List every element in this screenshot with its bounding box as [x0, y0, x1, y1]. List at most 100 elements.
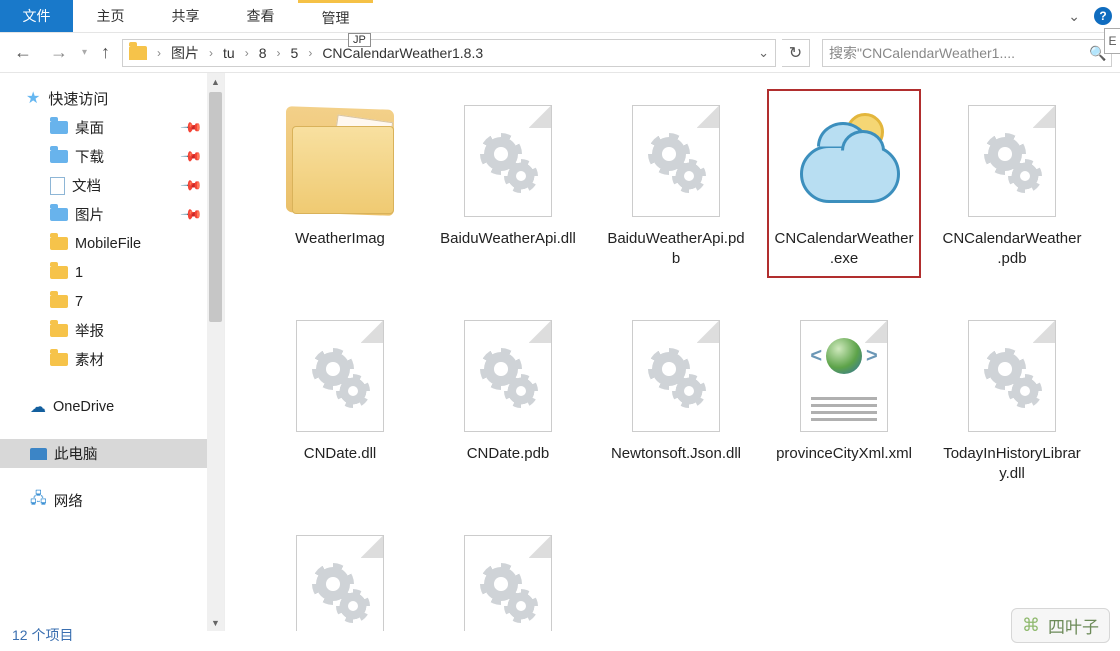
sidebar-item-label: 网络 — [54, 490, 83, 511]
ribbon-file-tab[interactable]: 文件 — [0, 0, 73, 32]
sidebar-item-label: 下载 — [75, 146, 104, 167]
pin-icon: 📌 — [179, 144, 203, 168]
onedrive-icon: ☁ — [30, 397, 46, 417]
file-item[interactable]: CNDate.dll — [265, 306, 415, 491]
sidebar-item-label: 举报 — [75, 320, 104, 341]
address-dropdown-icon[interactable]: ⌄ — [758, 45, 769, 61]
sidebar-item-label: 7 — [75, 294, 83, 310]
sidebar-this-pc[interactable]: 此电脑 — [0, 439, 224, 468]
ribbon-tab-share[interactable]: 共享 — [148, 0, 223, 32]
nav-back-icon[interactable]: ← — [8, 42, 38, 63]
pin-icon: 📌 — [179, 173, 203, 197]
file-label: CNDate.pdb — [467, 444, 550, 464]
ribbon-tab-home[interactable]: 主页 — [73, 0, 148, 32]
folder-icon — [50, 150, 68, 163]
file-item[interactable]: CNDate.pdb — [433, 306, 583, 491]
sidebar-scrollbar[interactable]: ▲ ▼ — [207, 73, 224, 631]
sidebar-item-label: OneDrive — [53, 399, 114, 415]
sidebar-item-label: 此电脑 — [54, 443, 98, 464]
ribbon-expand-icon[interactable]: ⌄ — [1068, 8, 1080, 25]
file-item[interactable]: CNCalendarWeather.pdb — [937, 91, 1087, 276]
file-label: CNDate.dll — [304, 444, 377, 464]
folder-icon — [50, 353, 68, 366]
watermark-text: 四叶子 — [1048, 613, 1099, 638]
file-label: Newtonsoft.Json.dll — [611, 444, 741, 464]
file-item[interactable]: TodayInHistoryLibrary.dll — [937, 306, 1087, 491]
sidebar-item[interactable]: 下载 📌 — [0, 142, 224, 171]
crumb-sep-icon[interactable]: › — [277, 46, 281, 60]
sidebar-item[interactable]: 7 — [0, 287, 224, 316]
nav-history-dropdown-icon[interactable]: ▾ — [80, 47, 89, 58]
search-placeholder: 搜索"CNCalendarWeather1.... — [829, 43, 1015, 63]
ribbon-tab-view[interactable]: 查看 — [223, 0, 298, 32]
generic-file-icon — [464, 105, 552, 217]
crumb-sep-icon[interactable]: › — [308, 46, 312, 60]
nav-forward-icon[interactable]: → — [44, 42, 74, 63]
sidebar-item[interactable]: MobileFile — [0, 229, 224, 258]
file-item[interactable]: Newtonsoft.Json.dll — [601, 306, 751, 491]
file-item[interactable]: BaiduWeatherApi.pdb — [601, 91, 751, 276]
sidebar-network[interactable]: 🖧 网络 — [0, 486, 224, 515]
folder-icon — [50, 121, 68, 134]
search-icon[interactable]: 🔍 — [1089, 45, 1105, 61]
this-pc-icon — [30, 448, 47, 460]
crumb-sep-icon[interactable]: › — [157, 46, 161, 60]
refresh-button[interactable]: ↻ — [782, 39, 810, 67]
file-label: BaiduWeatherApi.pdb — [605, 229, 747, 268]
address-bar[interactable]: › 图片 › tu › 8 › 5 › CNCalendarWeather1.8… — [122, 39, 776, 67]
breadcrumb[interactable]: CNCalendarWeather1.8.3 — [322, 45, 483, 61]
file-label: CNCalendarWeather.exe — [773, 229, 915, 268]
file-item[interactable]: BaiduWeatherApi.dll — [433, 91, 583, 276]
scroll-up-icon[interactable]: ▲ — [207, 73, 224, 90]
generic-file-icon — [632, 105, 720, 217]
clover-icon: ⌘ — [1022, 615, 1040, 636]
breadcrumb[interactable]: tu — [223, 45, 235, 61]
scroll-down-icon[interactable]: ▼ — [207, 614, 224, 631]
status-bar-text: 12 个项目 — [12, 625, 73, 645]
file-item[interactable]: WeatherImag — [265, 91, 415, 276]
navigation-pane: ★ 快速访问 桌面📌下载📌文档📌图片📌MobileFile17举报素材 ☁ On… — [0, 73, 225, 631]
sidebar-quick-access[interactable]: ★ 快速访问 — [0, 83, 224, 113]
nav-up-icon[interactable]: ↑ — [95, 42, 116, 63]
file-item[interactable] — [265, 521, 415, 631]
file-item[interactable]: CNCalendarWeather.exe — [769, 91, 919, 276]
sidebar-item[interactable]: 文档 📌 — [0, 171, 224, 200]
nav-row: ← → ▾ ↑ › 图片 › tu › 8 › 5 › CNCalendarWe… — [0, 33, 1120, 73]
generic-file-icon — [968, 320, 1056, 432]
generic-file-icon — [464, 320, 552, 432]
crumb-sep-icon[interactable]: › — [245, 46, 249, 60]
sidebar-item[interactable]: 图片📌 — [0, 200, 224, 229]
network-icon: 🖧 — [30, 488, 47, 513]
generic-file-icon — [296, 320, 384, 432]
edge-panel-tab[interactable]: E — [1104, 28, 1120, 54]
ribbon-tab-manage[interactable]: 管理 — [298, 0, 373, 32]
sidebar-item[interactable]: 桌面📌 — [0, 113, 224, 142]
breadcrumb[interactable]: 图片 — [171, 43, 199, 63]
breadcrumb[interactable]: 5 — [291, 45, 299, 61]
file-label: TodayInHistoryLibrary.dll — [941, 444, 1083, 483]
sidebar-item-label: 快速访问 — [48, 88, 108, 109]
sidebar-item[interactable]: 举报 — [0, 316, 224, 345]
breadcrumb[interactable]: 8 — [259, 45, 267, 61]
file-label: provinceCityXml.xml — [776, 444, 912, 464]
file-label: BaiduWeatherApi.dll — [440, 229, 576, 249]
file-item[interactable]: <>provinceCityXml.xml — [769, 306, 919, 491]
sidebar-item[interactable]: 1 — [0, 258, 224, 287]
search-input[interactable]: 搜索"CNCalendarWeather1.... 🔍 — [822, 39, 1112, 67]
sidebar-item-label: 桌面 — [75, 117, 104, 138]
sidebar-item[interactable]: 素材 — [0, 345, 224, 374]
help-icon[interactable]: ? — [1094, 7, 1112, 25]
star-icon: ★ — [26, 88, 40, 108]
sidebar-onedrive[interactable]: ☁ OneDrive — [0, 392, 224, 421]
sidebar-item-label: 素材 — [75, 349, 104, 370]
document-icon — [50, 177, 65, 195]
sidebar-item-label: MobileFile — [75, 236, 141, 252]
pin-icon: 📌 — [179, 202, 203, 226]
sidebar-item-label: 文档 — [72, 175, 101, 196]
folder-icon — [286, 108, 394, 214]
file-item[interactable] — [433, 521, 583, 631]
scroll-thumb[interactable] — [209, 92, 222, 322]
generic-file-icon — [296, 535, 384, 631]
crumb-sep-icon[interactable]: › — [209, 46, 213, 60]
watermark-badge: ⌘ 四叶子 — [1011, 608, 1110, 643]
